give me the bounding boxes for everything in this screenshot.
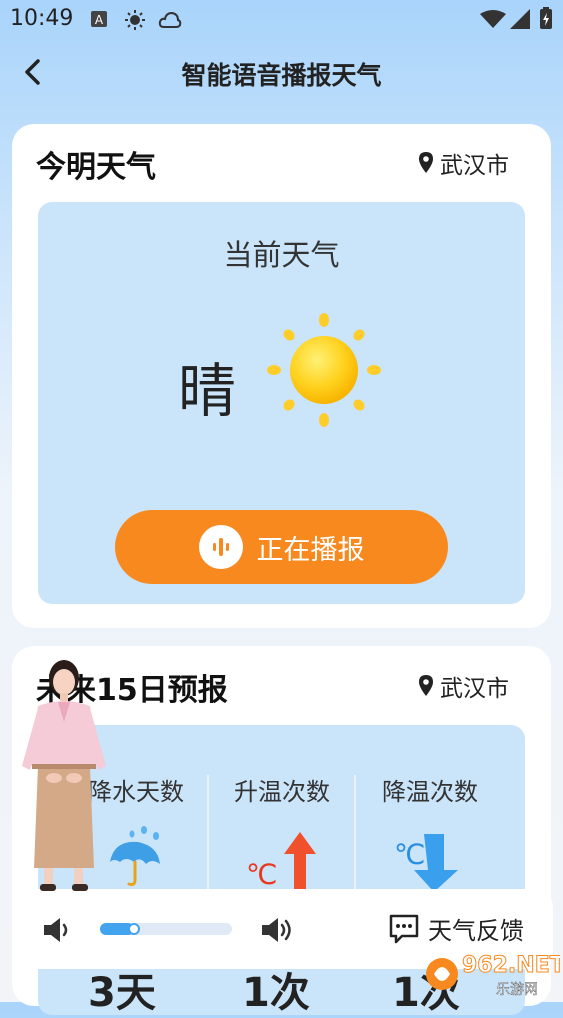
watermark-text: 962.NET bbox=[462, 953, 560, 978]
svg-text:℃: ℃ bbox=[246, 858, 277, 891]
sun-notification-icon bbox=[125, 10, 145, 30]
current-weather-label: 当前天气 bbox=[223, 238, 340, 272]
stat-divider bbox=[354, 775, 356, 895]
status-bar: 10:49 A bbox=[0, 0, 563, 40]
font-notification-icon: A bbox=[91, 11, 107, 27]
today-card-title: 今明天气 bbox=[36, 150, 156, 185]
weather-feedback-button[interactable]: 天气反馈 bbox=[388, 911, 524, 946]
page-title: 智能语音播报天气 bbox=[181, 61, 382, 90]
umbrella-icon bbox=[110, 826, 160, 886]
stat-label-warming: 升温次数 bbox=[234, 778, 330, 806]
status-time: 10:49 bbox=[10, 6, 74, 31]
playing-broadcast-button[interactable]: 正在播报 bbox=[115, 510, 448, 584]
location-pin-icon bbox=[419, 152, 433, 173]
volume-up-icon[interactable] bbox=[260, 916, 294, 944]
stat-label-cooling: 降温次数 bbox=[382, 778, 478, 806]
watermark-subtext: 乐游网 bbox=[496, 982, 538, 998]
site-watermark-logo: 962.NET 乐游网 bbox=[426, 953, 560, 998]
playing-broadcast-label: 正在播报 bbox=[256, 534, 365, 566]
signal-icon bbox=[510, 9, 530, 29]
volume-slider-thumb[interactable] bbox=[128, 923, 140, 935]
stat-divider bbox=[207, 775, 209, 895]
temperature-up-icon: ℃ bbox=[246, 832, 316, 892]
battery-icon bbox=[540, 7, 552, 29]
cloud-notification-icon bbox=[158, 11, 182, 28]
today-location[interactable]: 武汉市 bbox=[418, 146, 509, 180]
location-text: 武汉市 bbox=[440, 153, 509, 179]
svg-text:A: A bbox=[95, 13, 104, 27]
virtual-presenter-avatar[interactable] bbox=[18, 656, 110, 892]
svg-text:℃: ℃ bbox=[394, 838, 425, 871]
forecast-location[interactable]: 武汉市 bbox=[418, 669, 509, 703]
weather-condition: 晴 bbox=[178, 357, 237, 425]
location-text: 武汉市 bbox=[440, 676, 509, 702]
feedback-label: 天气反馈 bbox=[428, 917, 524, 945]
sun-icon bbox=[267, 313, 381, 427]
chat-feedback-icon bbox=[389, 914, 419, 943]
wifi-icon bbox=[480, 10, 506, 28]
location-pin-icon bbox=[419, 675, 433, 696]
volume-down-icon[interactable] bbox=[42, 916, 72, 944]
temperature-down-icon: ℃ bbox=[394, 834, 458, 892]
audio-wave-icon bbox=[198, 525, 243, 569]
